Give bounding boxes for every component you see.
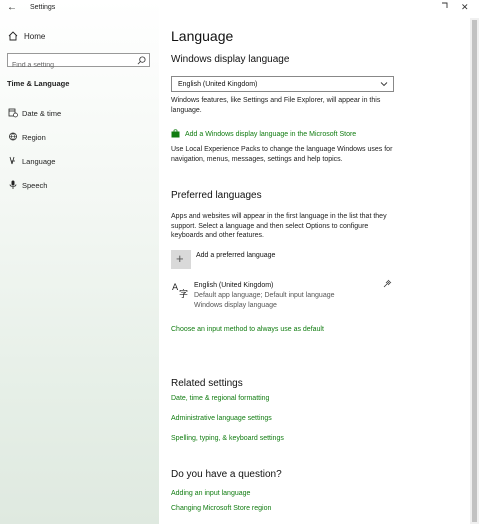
sidebar-item-label: Region bbox=[22, 133, 46, 142]
main-content: Language Windows display language Englis… bbox=[159, 0, 470, 524]
question-heading: Do you have a question? bbox=[171, 469, 282, 480]
sidebar-item-label: Speech bbox=[22, 181, 48, 190]
add-display-language-link[interactable]: Add a Windows display language in the Mi… bbox=[185, 131, 356, 138]
display-language-dropdown[interactable]: English (United Kingdom) bbox=[171, 76, 394, 92]
sidebar-item-speech[interactable]: Speech bbox=[0, 178, 159, 192]
calendar-clock-icon bbox=[8, 108, 18, 118]
minimize-button[interactable] bbox=[441, 2, 449, 14]
app-title: Settings bbox=[30, 4, 56, 11]
sidebar: ← Settings Home Time & Language Date & t… bbox=[0, 0, 159, 524]
page-title: Language bbox=[171, 28, 234, 44]
sidebar-item-language[interactable]: Language bbox=[0, 154, 159, 168]
adding-input-language-link[interactable]: Adding an input language bbox=[171, 490, 250, 497]
language-name[interactable]: English (United Kingdom) bbox=[194, 282, 273, 289]
minimize-icon bbox=[442, 2, 448, 8]
preferred-languages-description: Apps and websites will appear in the fir… bbox=[171, 213, 387, 240]
spelling-typing-link[interactable]: Spelling, typing, & keyboard settings bbox=[171, 435, 284, 442]
svg-text:A: A bbox=[172, 283, 179, 293]
search-input[interactable] bbox=[8, 59, 133, 72]
language-display-note: Windows display language bbox=[194, 302, 277, 309]
language-pack-icon: A 字 bbox=[172, 283, 188, 299]
scrollbar[interactable] bbox=[470, 18, 479, 524]
speech-feature-icon bbox=[383, 279, 392, 288]
svg-text:字: 字 bbox=[179, 288, 188, 299]
back-button[interactable]: ← bbox=[7, 2, 17, 13]
home-icon bbox=[8, 31, 18, 41]
sidebar-item-home[interactable]: Home bbox=[0, 30, 159, 44]
preferred-languages-heading: Preferred languages bbox=[171, 190, 262, 201]
input-method-link[interactable]: Choose an input method to always use as … bbox=[171, 326, 324, 333]
add-language-label[interactable]: Add a preferred language bbox=[196, 252, 275, 259]
sidebar-item-label: Language bbox=[22, 157, 56, 166]
changing-store-region-link[interactable]: Changing Microsoft Store region bbox=[171, 505, 271, 512]
microphone-icon bbox=[9, 180, 17, 189]
display-language-heading: Windows display language bbox=[171, 54, 290, 65]
related-settings-heading: Related settings bbox=[171, 378, 243, 389]
lxp-description: Use Local Experience Packs to change the… bbox=[171, 146, 393, 163]
sidebar-item-label: Date & time bbox=[22, 109, 62, 118]
add-language-button[interactable]: + bbox=[171, 250, 191, 269]
title-bar: ← Settings bbox=[0, 0, 159, 18]
language-details: Default app language; Default input lang… bbox=[194, 292, 335, 299]
globe-icon bbox=[9, 132, 17, 141]
plus-icon: + bbox=[176, 251, 184, 266]
search-box[interactable] bbox=[7, 53, 150, 72]
scroll-thumb[interactable] bbox=[472, 20, 477, 522]
section-title: Time & Language bbox=[7, 79, 70, 88]
display-language-description: Windows features, like Settings and File… bbox=[171, 97, 381, 114]
home-label: Home bbox=[24, 32, 46, 41]
display-language-selected: English (United Kingdom) bbox=[178, 81, 258, 88]
chevron-down-icon bbox=[380, 82, 388, 87]
close-button[interactable]: ✕ bbox=[461, 2, 469, 13]
regional-formatting-link[interactable]: Date, time & regional formatting bbox=[171, 395, 269, 402]
sidebar-item-date-time[interactable]: Date & time bbox=[0, 106, 159, 120]
search-icon[interactable] bbox=[137, 56, 146, 65]
admin-language-link[interactable]: Administrative language settings bbox=[171, 415, 272, 422]
sidebar-item-region[interactable]: Region bbox=[0, 130, 159, 144]
language-icon bbox=[9, 156, 15, 165]
store-icon bbox=[171, 129, 180, 138]
